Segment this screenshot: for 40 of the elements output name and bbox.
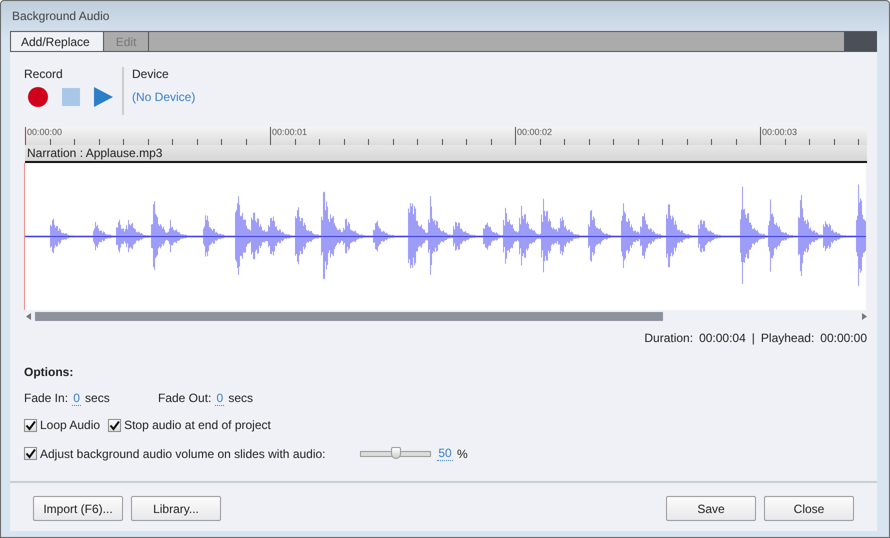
- fade-in-field[interactable]: 0: [72, 391, 82, 406]
- checkbox[interactable]: [24, 447, 37, 460]
- options-heading: Options:: [24, 365, 74, 379]
- footer-button[interactable]: Library...: [131, 496, 221, 521]
- track-label: Narration : Applause.mp3: [25, 145, 867, 163]
- window-title: Background Audio: [12, 9, 110, 23]
- tab[interactable]: Add/Replace: [10, 32, 104, 51]
- separator: |: [752, 331, 755, 345]
- scroll-right-icon[interactable]: [862, 312, 867, 320]
- fade-in-label: Fade In:: [24, 391, 68, 405]
- time-label: 00:00:00: [27, 127, 62, 138]
- device-value: (No Device): [132, 90, 196, 104]
- play-icon[interactable]: [94, 87, 113, 107]
- playhead-value: 00:00:00: [820, 331, 867, 345]
- fade-out-label: Fade Out:: [158, 391, 212, 405]
- duration-value: 00:00:04: [699, 331, 746, 345]
- record-icon[interactable]: [28, 87, 48, 107]
- duration-label: Duration:: [644, 331, 694, 345]
- unit-label: %: [457, 446, 468, 460]
- checkbox[interactable]: [24, 418, 37, 432]
- time-label: 00:00:02: [517, 127, 552, 138]
- volume-field[interactable]: 50: [437, 446, 453, 461]
- slider-thumb[interactable]: [390, 446, 400, 458]
- checkbox-label: Loop Audio: [40, 418, 100, 432]
- time-label: 00:00:03: [762, 127, 798, 138]
- footer-button[interactable]: Close: [764, 496, 854, 521]
- unit-label: secs: [228, 391, 254, 405]
- checkbox-label: Adjust background audio volume on slides with audio:: [40, 446, 326, 460]
- unit-label: secs: [85, 391, 110, 405]
- device-label: Device: [132, 67, 170, 81]
- time-label: 00:00:01: [272, 127, 308, 138]
- checkbox[interactable]: [108, 418, 122, 432]
- fade-out-field[interactable]: 0: [215, 391, 224, 406]
- footer-button[interactable]: Save: [666, 496, 756, 521]
- record-label: Record: [24, 67, 64, 81]
- checkbox-label: Stop audio at end of project: [124, 418, 271, 432]
- scroll-left-icon[interactable]: [26, 312, 31, 320]
- footer-button[interactable]: Import (F6)...: [33, 496, 123, 521]
- playhead-label: Playhead:: [760, 331, 814, 345]
- scrollbar-thumb[interactable]: [35, 312, 663, 320]
